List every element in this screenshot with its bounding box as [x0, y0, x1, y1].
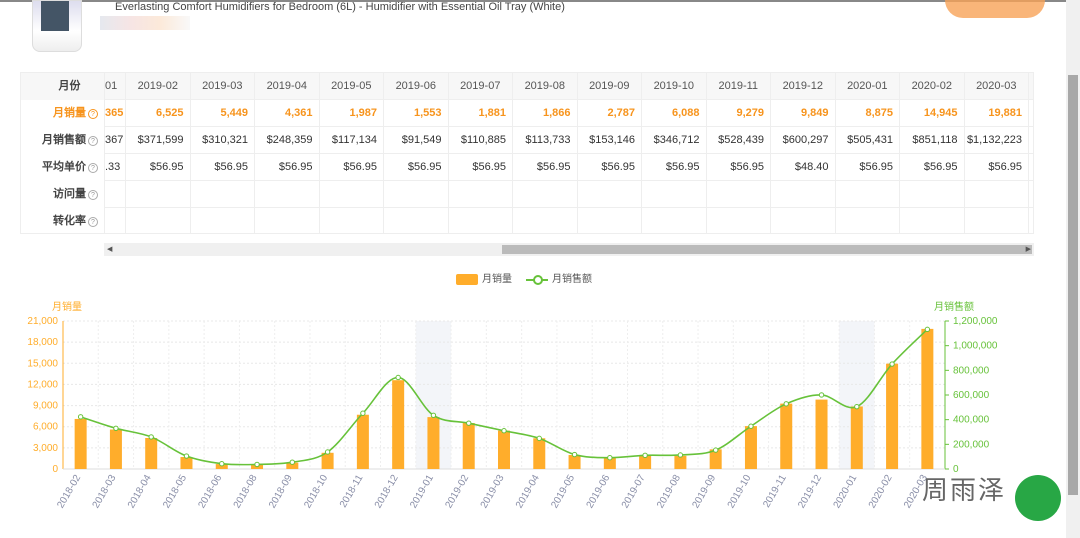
- bar: [780, 403, 793, 469]
- bar: [392, 380, 405, 469]
- x-tick-label: 2018-02: [55, 473, 83, 511]
- left-tick-label: 6,000: [33, 422, 58, 433]
- bar: [744, 426, 757, 469]
- right-tick-label: 400,000: [953, 415, 990, 426]
- x-tick-label: 2018-11: [338, 473, 366, 510]
- x-tick-label: 2019-12: [796, 473, 824, 511]
- x-tick-label: 2019-10: [726, 473, 754, 511]
- revenue-point: [289, 459, 296, 465]
- revenue-point: [748, 423, 754, 429]
- x-tick-label: 2019-01: [408, 473, 436, 511]
- revenue-point: [501, 428, 507, 434]
- x-tick-label: 2019-02: [443, 473, 471, 511]
- left-tick-label: 0: [52, 464, 58, 475]
- revenue-point: [571, 451, 578, 458]
- bar: [886, 363, 899, 469]
- right-tick-label: 1,000,000: [953, 341, 998, 352]
- x-tick-label: 2019-07: [620, 473, 648, 511]
- revenue-point: [607, 455, 613, 461]
- right-tick-label: 800,000: [953, 365, 990, 376]
- x-tick-label: 2018-06: [196, 473, 224, 511]
- revenue-point: [219, 460, 225, 467]
- revenue-point: [924, 326, 931, 333]
- x-tick-label: 2018-05: [161, 473, 189, 511]
- right-tick-label: 1,200,000: [953, 316, 998, 327]
- revenue-point: [183, 453, 190, 459]
- x-tick-label: 2019-11: [761, 473, 789, 510]
- x-tick-label: 2018-08: [232, 473, 260, 511]
- revenue-point: [148, 434, 154, 440]
- revenue-point: [395, 374, 401, 381]
- revenue-point: [324, 449, 331, 455]
- watermark: 周雨泽: [922, 475, 1007, 505]
- left-tick-label: 18,000: [27, 337, 58, 348]
- revenue-point: [360, 410, 366, 416]
- revenue-point: [466, 420, 472, 426]
- revenue-point: [783, 401, 789, 407]
- x-tick-label: 2019-09: [690, 473, 718, 511]
- x-tick-label: 2018-03: [91, 473, 119, 511]
- x-tick-label: 2020-01: [832, 473, 860, 511]
- revenue-point: [254, 461, 260, 468]
- x-tick-label: 2019-05: [549, 473, 577, 511]
- bar: [815, 399, 828, 469]
- revenue-point: [536, 435, 542, 442]
- left-tick-label: 12,000: [27, 379, 58, 390]
- revenue-point: [818, 392, 825, 398]
- bar: [850, 406, 863, 469]
- right-tick-label: 200,000: [953, 439, 990, 450]
- bar: [674, 455, 687, 469]
- x-tick-label: 2018-12: [373, 473, 401, 511]
- bar: [533, 438, 546, 469]
- revenue-point: [889, 361, 895, 367]
- revenue-point: [677, 452, 684, 458]
- left-tick-label: 9,000: [33, 401, 58, 412]
- x-tick-label: 2019-03: [479, 473, 507, 511]
- revenue-point: [77, 414, 84, 420]
- revenue-point: [712, 447, 719, 453]
- bar: [427, 417, 440, 469]
- x-tick-label: 2020-02: [867, 473, 895, 511]
- bar: [109, 429, 122, 469]
- bar: [145, 437, 158, 469]
- bar: [356, 414, 369, 469]
- x-tick-label: 2019-08: [655, 473, 683, 511]
- left-tick-label: 21,000: [27, 316, 58, 327]
- left-tick-label: 15,000: [27, 358, 58, 369]
- revenue-point: [854, 403, 860, 410]
- x-tick-label: 2019-04: [514, 473, 542, 511]
- wechat-badge-icon: [1015, 475, 1061, 521]
- x-tick-label: 2019-06: [585, 473, 613, 511]
- x-tick-label: 2018-09: [267, 473, 295, 511]
- revenue-point: [642, 452, 648, 459]
- sales-chart: 0 3,000 6,000 9,000 12,000 15,000 18,000 21,000…: [27, 316, 998, 511]
- bar: [74, 418, 87, 469]
- page-vertical-scrollbar[interactable]: [1066, 0, 1080, 538]
- revenue-point: [430, 412, 437, 419]
- x-tick-label: 2018-04: [126, 473, 154, 511]
- revenue-point: [113, 425, 119, 431]
- scrollbar-thumb[interactable]: [1068, 75, 1078, 495]
- bar: [921, 328, 934, 469]
- left-tick-label: 3,000: [33, 443, 58, 454]
- bar: [498, 430, 510, 469]
- bar: [462, 423, 475, 469]
- bar: [180, 457, 193, 469]
- right-tick-label: 600,000: [953, 390, 990, 401]
- x-tick-label: 2018-10: [302, 473, 330, 511]
